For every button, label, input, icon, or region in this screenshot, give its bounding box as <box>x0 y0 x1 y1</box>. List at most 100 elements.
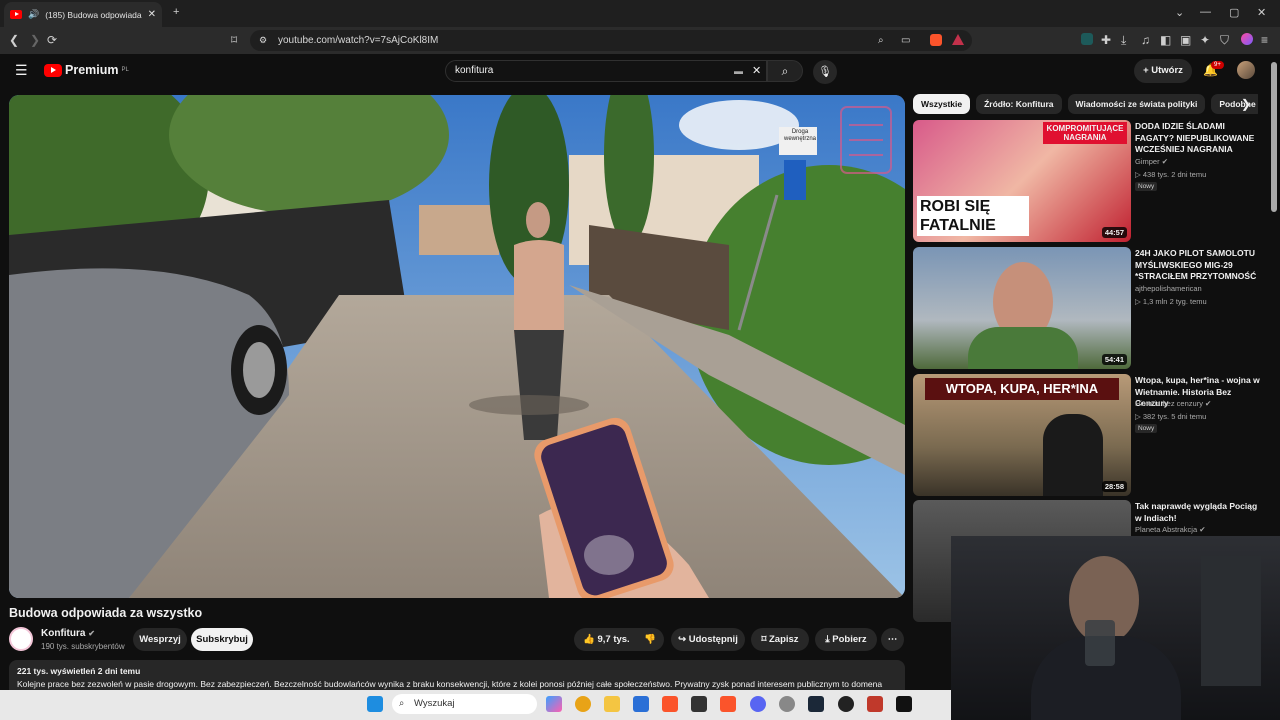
recommendation-item[interactable]: 54:41 24H JAKO PILOT SAMOLOTU MYŚLIWSKIE… <box>913 247 1258 369</box>
browser-tab[interactable]: 🔊 (185) Budowa odpowiada za ✕ <box>4 2 162 27</box>
view-count: 1,3 mln <box>1142 297 1168 306</box>
rewards-icon[interactable] <box>952 34 964 45</box>
verified-icon: ✔ <box>1205 399 1212 408</box>
leo-icon[interactable]: ✦ <box>1200 33 1210 47</box>
obs-icon[interactable] <box>838 696 854 712</box>
minimize-icon[interactable]: — <box>1200 6 1211 18</box>
browser-toolbar: ❮ ❯ ⟳ ⌑ ⚙ youtube.com/watch?v=7sAjCoKl8I… <box>0 27 1280 54</box>
discord-icon[interactable] <box>750 696 766 712</box>
forward-icon[interactable]: ❯ <box>30 33 40 47</box>
logo-text: Premium <box>65 63 119 77</box>
download-icon[interactable]: ⤓ <box>1121 33 1126 48</box>
like-button[interactable]: 👍 9,7 tys. <box>583 634 630 645</box>
maximize-icon[interactable]: ▢ <box>1229 6 1239 19</box>
taskbar-search[interactable]: ⌕ Wyszukaj <box>392 694 537 714</box>
recommendation-item[interactable]: KOMPROMITUJĄCE NAGRANIA ROBI SIĘ FATALNI… <box>913 120 1258 242</box>
bookmark-icon[interactable]: ⌑ <box>231 33 237 47</box>
cast-icon[interactable]: ▭ <box>901 30 910 51</box>
speaker-icon[interactable]: 🔊 <box>28 9 39 20</box>
reload-icon[interactable]: ⟳ <box>47 33 57 47</box>
voice-search-button[interactable]: 🎙 <box>813 60 837 84</box>
file-explorer-icon[interactable] <box>604 696 620 712</box>
channel-text: Planeta Abstrakcja <box>1135 525 1198 534</box>
settings-gear-icon[interactable] <box>779 696 795 712</box>
menu-icon[interactable]: ≡ <box>1261 33 1268 47</box>
hamburger-menu-icon[interactable]: ☰ <box>15 62 28 79</box>
wallet-icon[interactable]: ▣ <box>1180 33 1191 47</box>
copilot-icon[interactable] <box>546 696 562 712</box>
more-icon: ⋯ <box>887 634 898 645</box>
epic-icon[interactable] <box>691 696 707 712</box>
search-icon: ⌕ <box>781 64 789 78</box>
filter-chips: Wszystkie Źródło: Konfitura Wiadomości z… <box>913 94 1258 116</box>
video-title[interactable]: DODA IDZIE ŚLADAMI FAGATY? NIEPUBLIKOWAN… <box>1135 121 1260 156</box>
youtube-logo[interactable]: Premium PL <box>44 63 129 77</box>
profile-icon[interactable] <box>1241 33 1253 45</box>
tab-list-icon[interactable]: ⌄ <box>1175 6 1184 19</box>
keyboard-icon[interactable]: ▬ <box>734 61 743 81</box>
chip-source[interactable]: Źródło: Konfitura <box>976 94 1062 114</box>
channel-name[interactable]: Planeta Abstrakcja ✔ <box>1135 525 1206 534</box>
search-input[interactable]: konfitura ▬ ✕ <box>445 60 767 82</box>
chips-next-icon[interactable]: ❯ <box>1241 97 1251 111</box>
zoom-icon[interactable]: ⌕ <box>878 30 884 51</box>
dislike-button[interactable]: 👎 <box>644 628 656 651</box>
presenter-figure <box>1043 414 1103 496</box>
start-icon[interactable] <box>367 696 383 712</box>
brave-shield-icon[interactable] <box>930 34 942 46</box>
download-button[interactable]: ⤓ Pobierz <box>815 628 877 651</box>
channel-name[interactable]: Gimper ✔ <box>1135 157 1168 166</box>
steam-icon[interactable] <box>808 696 824 712</box>
chip-all[interactable]: Wszystkie <box>913 94 971 114</box>
search-button[interactable]: ⌕ <box>767 60 803 82</box>
recommendation-item[interactable]: WTOPA, KUPA, HER*INA 28:58 Wtopa, kupa, … <box>913 374 1260 496</box>
extension-icon[interactable] <box>1081 33 1093 45</box>
new-badge: Nowy <box>1135 424 1158 433</box>
video-title[interactable]: 24H JAKO PILOT SAMOLOTU MYŚLIWSKIEGO MIG… <box>1135 248 1260 283</box>
window-close-icon[interactable]: ✕ <box>1257 6 1266 19</box>
app-terminal-icon[interactable] <box>896 696 912 712</box>
puzzle-icon[interactable]: ✚ <box>1101 33 1111 47</box>
subscribe-button[interactable]: Subskrybuj <box>191 628 253 651</box>
verified-icon: ✔ <box>1161 157 1168 166</box>
video-meta: ▷ 438 tys. 2 dni temu <box>1135 170 1207 179</box>
video-title[interactable]: Tak naprawdę wygląda Pociąg w Indiach! <box>1135 501 1260 524</box>
channel-name[interactable]: ajthepolishamerican <box>1135 284 1202 293</box>
channel-avatar[interactable] <box>9 627 33 651</box>
video-player[interactable]: Droga wewnętrzna <box>9 95 905 598</box>
save-button[interactable]: ⌑ Zapisz <box>751 628 809 651</box>
channel-name[interactable]: Konfitura ✔ <box>41 628 95 639</box>
sidebar-icon[interactable]: ◧ <box>1160 33 1171 47</box>
vpn-icon[interactable]: ⛉ <box>1220 33 1229 48</box>
video-title: Budowa odpowiada za wszystko <box>9 606 203 620</box>
store-icon[interactable] <box>633 696 649 712</box>
page-scrollbar[interactable] <box>1271 62 1277 212</box>
url-text: youtube.com/watch?v=7sAjCoKl8IM <box>278 35 439 46</box>
brave-icon[interactable] <box>662 696 678 712</box>
video-frame <box>9 95 905 598</box>
chip-news[interactable]: Wiadomości ze świata polityki <box>1067 94 1206 114</box>
video-thumbnail[interactable]: WTOPA, KUPA, HER*INA 28:58 <box>913 374 1131 496</box>
video-thumbnail[interactable]: 54:41 <box>913 247 1131 369</box>
video-thumbnail[interactable]: KOMPROMITUJĄCE NAGRANIA ROBI SIĘ FATALNI… <box>913 120 1131 242</box>
chrome-icon[interactable] <box>575 696 591 712</box>
account-avatar[interactable] <box>1237 61 1255 79</box>
site-info-icon[interactable]: ⚙ <box>259 30 267 51</box>
more-actions-button[interactable]: ⋯ <box>881 628 904 651</box>
thumbnail-headline: ROBI SIĘ FATALNIE <box>917 196 1029 236</box>
support-button[interactable]: Wesprzyj <box>133 628 187 651</box>
media-icon[interactable]: ♫ <box>1141 33 1150 47</box>
brave-active-icon[interactable] <box>720 696 736 712</box>
create-button[interactable]: + Utwórz <box>1134 59 1192 83</box>
new-tab-icon[interactable]: + <box>173 6 179 18</box>
taskbar-search-icon: ⌕ <box>399 698 405 709</box>
tab-close-icon[interactable]: ✕ <box>148 9 156 20</box>
app-shield-icon[interactable] <box>867 696 883 712</box>
youtube-header: ☰ Premium PL konfitura ▬ ✕ ⌕ 🎙 + Utwórz … <box>0 54 1280 90</box>
share-button[interactable]: ↪ Udostępnij <box>671 628 745 651</box>
channel-name[interactable]: Historia bez cenzury ✔ <box>1135 399 1211 408</box>
clear-search-icon[interactable]: ✕ <box>752 61 761 81</box>
view-stats: 221 tys. wyświetleń 2 dni temu <box>17 666 141 676</box>
back-icon[interactable]: ❮ <box>9 33 19 47</box>
url-field[interactable]: ⚙ youtube.com/watch?v=7sAjCoKl8IM ⌕ ▭ <box>250 30 972 51</box>
